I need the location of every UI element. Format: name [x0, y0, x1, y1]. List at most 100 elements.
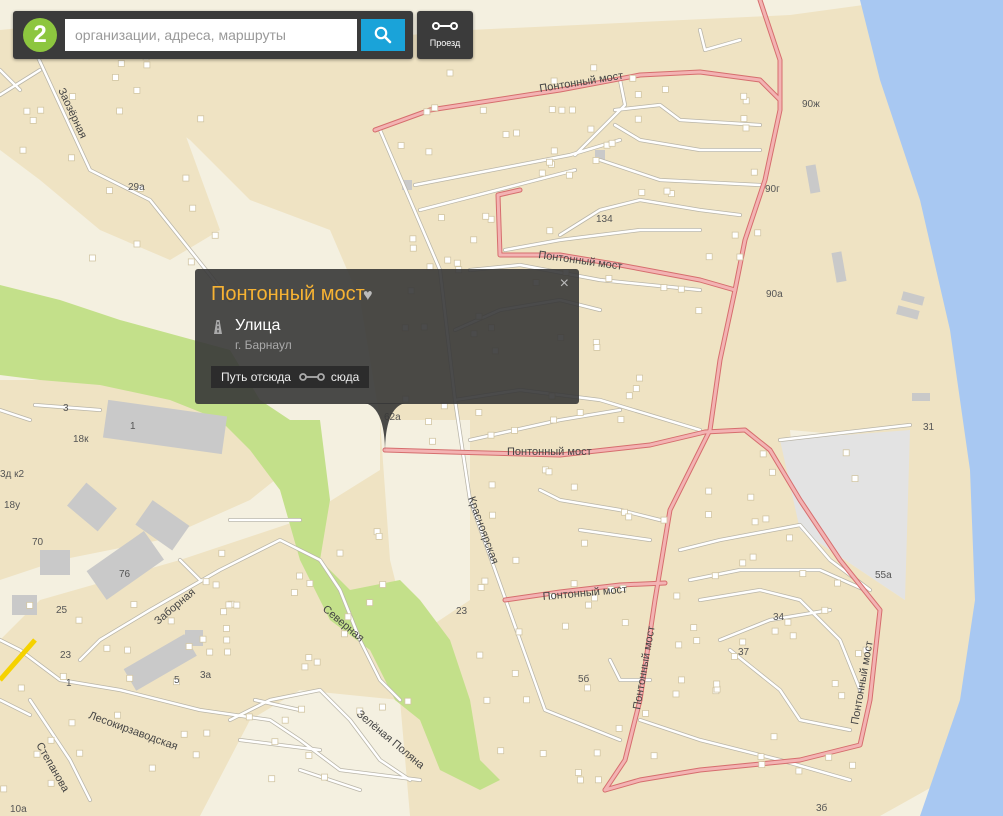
search-input[interactable] [65, 19, 357, 51]
house-footprint [182, 174, 190, 182]
house-footprint [511, 670, 519, 677]
house-footprint [497, 747, 505, 755]
close-button[interactable]: × [560, 275, 569, 293]
house-footprint [429, 437, 436, 445]
search-button[interactable] [361, 19, 405, 51]
house-footprint [17, 684, 25, 692]
house-footprint [632, 385, 640, 393]
house-number: 3 [63, 403, 69, 414]
house-footprint [650, 752, 658, 760]
house-footprint [592, 157, 600, 164]
house-footprint [124, 646, 131, 654]
house-footprint [404, 697, 412, 705]
house-footprint [366, 599, 374, 606]
house-footprint [185, 643, 193, 650]
house-footprint [786, 534, 793, 542]
house-footprint [593, 749, 601, 757]
house-footprint [711, 572, 719, 580]
house-footprint [218, 549, 226, 557]
house-footprint [539, 750, 547, 757]
house-footprint [629, 74, 637, 82]
route-icon [296, 366, 327, 388]
house-footprint [437, 214, 445, 222]
house-footprint [713, 680, 721, 688]
house-footprint [446, 69, 454, 77]
house-footprint [769, 468, 776, 476]
house-footprint [842, 449, 850, 457]
house-footprint [695, 307, 703, 315]
house-number: 134 [596, 214, 613, 225]
route-label: Проезд [429, 38, 461, 48]
house-footprint [37, 106, 45, 114]
place-popup: Понтонный мост ♥ × Улица г. Барнаул Путь… [195, 269, 579, 453]
house-footprint [19, 146, 27, 154]
house-footprint [483, 696, 491, 704]
house-footprint [116, 107, 123, 115]
house-number: 34 [773, 612, 785, 623]
house-footprint [143, 61, 151, 69]
house-footprint [662, 86, 669, 93]
house-footprint [562, 622, 569, 630]
house-footprint [453, 259, 461, 267]
house-footprint [89, 254, 96, 262]
house-footprint [68, 719, 76, 727]
house-footprint [799, 570, 807, 577]
house-footprint [29, 117, 37, 124]
house-footprint [305, 752, 313, 759]
house-footprint [189, 204, 197, 212]
route-from-button[interactable]: Путь отсюда [211, 366, 297, 388]
house-number: 3д к2 [0, 469, 25, 480]
popup-title[interactable]: Понтонный мост [211, 283, 365, 306]
house-footprint [546, 158, 553, 166]
house-footprint [306, 580, 314, 587]
house-number: 55а [875, 570, 892, 581]
house-footprint [206, 648, 214, 656]
house-footprint [117, 60, 125, 67]
house-footprint [180, 730, 188, 738]
house-footprint [625, 513, 633, 521]
house-footprint [550, 416, 557, 424]
popup-pointer [365, 403, 405, 453]
house-footprint [750, 168, 758, 176]
house-number: 3а [200, 670, 212, 681]
house-footprint [488, 481, 496, 489]
house-footprint [569, 106, 576, 114]
route-button[interactable]: Проезд [417, 11, 473, 59]
house-footprint [545, 468, 553, 476]
heart-icon[interactable]: ♥ [363, 287, 373, 305]
house-footprint [558, 106, 566, 114]
house-number: 5б [578, 673, 590, 685]
house-footprint [409, 244, 417, 252]
house-footprint [570, 580, 578, 588]
house-footprint [634, 115, 642, 123]
house-footprint [470, 236, 478, 244]
house-footprint [584, 684, 591, 692]
house-footprint [431, 104, 439, 112]
map-canvas[interactable]: Понтонный мост Понтонный мост Понтонный … [0, 0, 1003, 816]
house-footprint [187, 258, 195, 266]
route-to-button[interactable]: сюда [326, 366, 370, 388]
house-footprint [425, 418, 432, 426]
house-footprint [523, 696, 530, 704]
house-footprint [397, 142, 405, 149]
house-footprint [593, 343, 601, 351]
house-footprint [477, 584, 485, 591]
house-footprint [281, 716, 289, 724]
house-footprint [736, 253, 744, 261]
house-footprint [106, 187, 113, 194]
house-footprint [133, 87, 141, 94]
house-footprint [245, 713, 253, 721]
house-footprint [513, 129, 520, 137]
logo-icon[interactable]: 2 [23, 18, 57, 52]
house-footprint [224, 648, 232, 656]
house-footprint [423, 108, 431, 116]
house-footprint [0, 785, 8, 793]
house-footprint [148, 764, 156, 772]
house-footprint [546, 227, 554, 235]
house-footprint [482, 212, 490, 220]
magnifier-icon [374, 26, 392, 44]
house-footprint [114, 711, 121, 719]
house-footprint [851, 475, 859, 483]
house-number: 29а [128, 182, 145, 193]
house-footprint [26, 602, 34, 609]
